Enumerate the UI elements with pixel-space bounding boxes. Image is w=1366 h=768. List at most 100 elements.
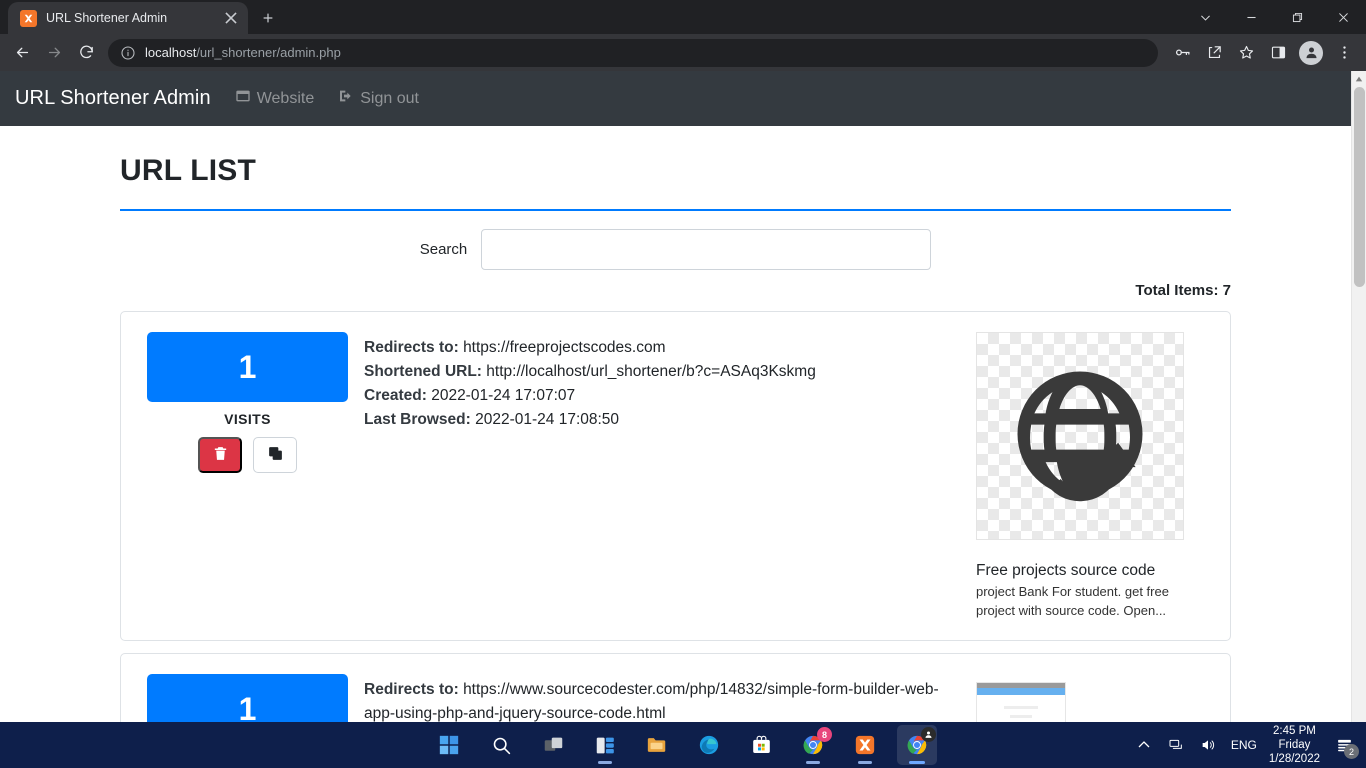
clock-date: 1/28/2022: [1269, 752, 1320, 766]
taskbar-edge-icon[interactable]: [689, 725, 729, 765]
taskbar-start-button[interactable]: [429, 725, 469, 765]
trash-icon: [212, 445, 229, 465]
copy-button[interactable]: [253, 437, 297, 473]
password-key-icon[interactable]: [1167, 38, 1197, 68]
app-navbar: URL Shortener Admin Website Sign out: [0, 71, 1351, 126]
taskbar-search-icon[interactable]: [481, 725, 521, 765]
url-card: 1 VISITS: [120, 653, 1231, 731]
shortened-url-value: http://localhost/url_shortener/b?c=ASAq3…: [486, 363, 816, 380]
preview-title: Free projects source code: [976, 562, 1206, 580]
language-indicator[interactable]: ENG: [1229, 738, 1259, 752]
url-card: 1 VISITS: [120, 311, 1231, 641]
window-icon: [235, 88, 251, 109]
url-path: /url_shortener/admin.php: [196, 45, 341, 60]
search-label: Search: [420, 241, 468, 258]
minimize-icon[interactable]: [1228, 0, 1274, 34]
maximize-icon[interactable]: [1274, 0, 1320, 34]
nav-link-website-label: Website: [257, 90, 315, 108]
taskbar-xampp-icon[interactable]: [845, 725, 885, 765]
page-title: URL LIST: [120, 126, 1231, 188]
redirects-to-label: Redirects to:: [364, 681, 459, 698]
window-controls: [1182, 0, 1366, 34]
page-content: URL Shortener Admin Website Sign out URL…: [0, 71, 1351, 731]
profile-badge-icon: [921, 727, 936, 742]
forward-arrow-icon[interactable]: [39, 38, 69, 68]
share-icon[interactable]: [1199, 38, 1229, 68]
search-row: Search: [120, 229, 1231, 270]
reload-icon[interactable]: [71, 38, 101, 68]
profile-avatar[interactable]: [1299, 41, 1323, 65]
delete-button[interactable]: [198, 437, 242, 473]
taskbar-microsoft-store-icon[interactable]: [741, 725, 781, 765]
tab-search-chevron-down-icon[interactable]: [1182, 0, 1228, 34]
page-viewport: URL Shortener Admin Website Sign out URL…: [0, 71, 1366, 731]
copy-icon: [267, 445, 284, 465]
card-left-column: 1 VISITS: [145, 332, 350, 620]
back-arrow-icon[interactable]: [7, 38, 37, 68]
created-value: 2022-01-24 17:07:07: [431, 387, 575, 404]
browser-toolbar: localhost/url_shortener/admin.php: [0, 34, 1366, 71]
redirects-to-value: https://freeprojectscodes.com: [463, 339, 665, 356]
chevron-up-icon[interactable]: [1133, 734, 1155, 756]
taskbar-task-view-icon[interactable]: [533, 725, 573, 765]
url-host: localhost: [145, 45, 196, 60]
clock[interactable]: 2:45 PM Friday 1/28/2022: [1269, 724, 1320, 766]
taskbar-file-explorer-icon[interactable]: [637, 725, 677, 765]
system-tray: ENG 2:45 PM Friday 1/28/2022 2: [1133, 722, 1366, 768]
page-container: URL LIST Search Total Items: 7 1 VISITS: [0, 126, 1351, 731]
scrollbar-thumb[interactable]: [1354, 87, 1365, 287]
total-items-count: Total Items: 7: [120, 282, 1231, 299]
redirects-to-field: Redirects to: https://www.sourcecodester…: [364, 678, 962, 726]
side-panel-icon[interactable]: [1263, 38, 1293, 68]
card-preview: Free projects source code project Bank F…: [976, 332, 1206, 620]
volume-icon[interactable]: [1197, 734, 1219, 756]
close-icon[interactable]: [222, 9, 240, 27]
shortened-url-label: Shortened URL:: [364, 363, 482, 380]
notifications-count: 2: [1344, 744, 1359, 759]
browser-tab[interactable]: URL Shortener Admin: [8, 2, 248, 34]
page-scrollbar[interactable]: [1351, 71, 1366, 731]
preview-description: project Bank For student. get free proje…: [976, 582, 1206, 620]
windows-taskbar: 8: [0, 722, 1366, 768]
redirects-to-label: Redirects to:: [364, 339, 459, 356]
redirects-to-field: Redirects to: https://freeprojectscodes.…: [364, 336, 962, 360]
browser-window: URL Shortener Admin: [0, 0, 1366, 768]
nav-link-sign-out-label: Sign out: [360, 90, 419, 108]
card-details: Redirects to: https://freeprojectscodes.…: [364, 332, 962, 620]
tab-strip: URL Shortener Admin: [0, 0, 1366, 34]
taskbar-badge: 8: [817, 727, 832, 742]
visits-label: VISITS: [145, 411, 350, 427]
card-actions: [145, 437, 350, 473]
title-divider: [120, 209, 1231, 211]
scroll-up-icon[interactable]: [1352, 71, 1366, 87]
last-browsed-label: Last Browsed:: [364, 411, 471, 428]
last-browsed-value: 2022-01-24 17:08:50: [475, 411, 619, 428]
url-text: localhost/url_shortener/admin.php: [145, 45, 341, 60]
address-bar[interactable]: localhost/url_shortener/admin.php: [108, 39, 1158, 67]
notifications-icon[interactable]: 2: [1330, 731, 1358, 759]
created-label: Created:: [364, 387, 427, 404]
more-menu-icon[interactable]: [1329, 38, 1359, 68]
sign-out-icon: [338, 88, 354, 109]
taskbar-widgets-icon[interactable]: [585, 725, 625, 765]
nav-link-website[interactable]: Website: [235, 88, 315, 109]
taskbar-chrome-beta-icon[interactable]: 8: [793, 725, 833, 765]
new-tab-button[interactable]: [254, 4, 282, 32]
tab-title: URL Shortener Admin: [46, 11, 213, 25]
preview-thumbnail: [976, 332, 1184, 540]
network-icon[interactable]: [1165, 734, 1187, 756]
search-input[interactable]: [481, 229, 931, 270]
nav-link-sign-out[interactable]: Sign out: [338, 88, 419, 109]
bookmark-star-icon[interactable]: [1231, 38, 1261, 68]
info-circle-icon[interactable]: [120, 45, 136, 61]
created-field: Created: 2022-01-24 17:07:07: [364, 384, 962, 408]
app-brand[interactable]: URL Shortener Admin: [15, 87, 211, 110]
visits-count: 1: [147, 332, 348, 402]
last-browsed-field: Last Browsed: 2022-01-24 17:08:50: [364, 408, 962, 432]
close-window-icon[interactable]: [1320, 0, 1366, 34]
clock-day: Friday: [1269, 738, 1320, 752]
clock-time: 2:45 PM: [1269, 724, 1320, 738]
taskbar-chrome-icon[interactable]: [897, 725, 937, 765]
globe-refresh-icon: [1005, 359, 1155, 514]
shortened-url-field: Shortened URL: http://localhost/url_shor…: [364, 360, 962, 384]
